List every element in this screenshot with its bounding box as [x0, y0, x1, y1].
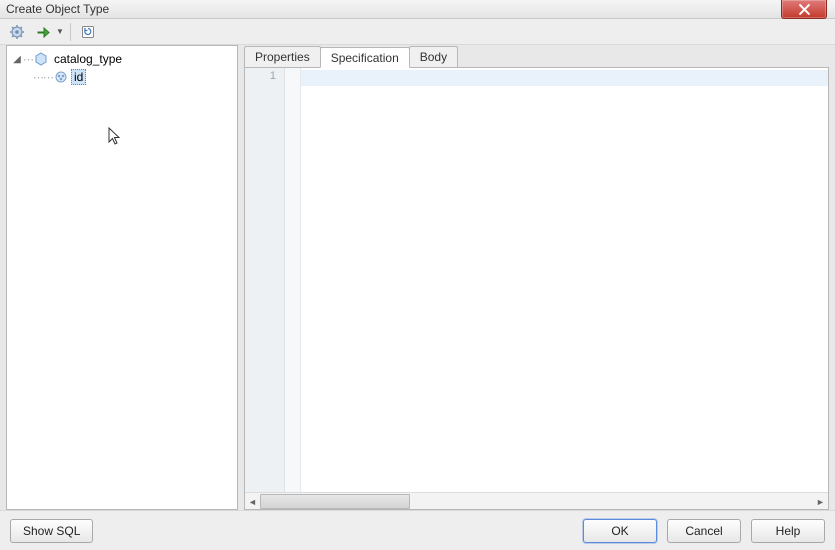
tab-label: Properties	[255, 50, 310, 64]
horizontal-scrollbar[interactable]: ◄ ►	[245, 492, 828, 509]
expand-collapse-icon[interactable]: ◢	[11, 54, 23, 65]
gear-icon	[9, 24, 25, 40]
bottom-bar: Show SQL OK Cancel Help	[0, 510, 835, 550]
window-title: Create Object Type	[6, 2, 109, 16]
toolbar-separator	[70, 23, 71, 41]
button-label: Help	[776, 524, 801, 538]
ok-button[interactable]: OK	[583, 519, 657, 543]
tab-body[interactable]: Body	[409, 46, 458, 67]
code-editor[interactable]: 1 ◄ ►	[244, 67, 829, 510]
help-button[interactable]: Help	[751, 519, 825, 543]
tree-connector: ⋯	[23, 53, 33, 66]
line-number: 1	[245, 70, 284, 86]
show-sql-button[interactable]: Show SQL	[10, 519, 93, 543]
go-arrow-icon	[35, 24, 51, 40]
titlebar: Create Object Type	[0, 0, 835, 19]
tab-label: Specification	[331, 51, 399, 65]
code-area[interactable]	[301, 68, 828, 492]
close-button[interactable]	[781, 0, 827, 19]
toolbar: ▼	[0, 19, 835, 45]
refresh-icon	[80, 24, 96, 40]
client-area: ◢ ⋯ catalog_type ⋯⋯ id Properties Specif…	[6, 45, 829, 510]
line-gutter: 1	[245, 68, 285, 492]
gear-button[interactable]	[6, 21, 28, 43]
tree-connector: ⋯⋯	[33, 71, 53, 84]
button-label: Cancel	[685, 524, 722, 538]
go-dropdown-arrow-icon[interactable]: ▼	[56, 27, 64, 36]
tree-child-label[interactable]: id	[71, 69, 86, 85]
tree-root-row[interactable]: ◢ ⋯ catalog_type	[11, 50, 233, 68]
fold-gutter	[285, 68, 301, 492]
tab-properties[interactable]: Properties	[244, 46, 321, 67]
right-panel: Properties Specification Body 1 ◄ ►	[244, 45, 829, 510]
close-icon	[799, 4, 810, 15]
editor-body[interactable]: 1	[245, 68, 828, 492]
tree-root-label[interactable]: catalog_type	[51, 52, 125, 66]
scroll-track[interactable]	[260, 494, 813, 509]
button-label: Show SQL	[23, 524, 80, 538]
tab-specification[interactable]: Specification	[320, 47, 410, 68]
refresh-button[interactable]	[77, 21, 99, 43]
scroll-left-arrow-icon[interactable]: ◄	[245, 494, 260, 509]
column-node-icon	[53, 69, 69, 85]
button-label: OK	[611, 524, 628, 538]
scroll-right-arrow-icon[interactable]: ►	[813, 494, 828, 509]
tree-child-row[interactable]: ⋯⋯ id	[11, 68, 233, 86]
go-button[interactable]	[32, 21, 54, 43]
current-line-highlight	[301, 70, 828, 86]
cancel-button[interactable]: Cancel	[667, 519, 741, 543]
right-button-group: OK Cancel Help	[583, 519, 825, 543]
tab-label: Body	[420, 50, 447, 64]
tree-panel[interactable]: ◢ ⋯ catalog_type ⋯⋯ id	[6, 45, 238, 510]
scroll-thumb[interactable]	[260, 494, 410, 509]
tab-row: Properties Specification Body	[244, 45, 829, 67]
type-node-icon	[33, 51, 49, 67]
